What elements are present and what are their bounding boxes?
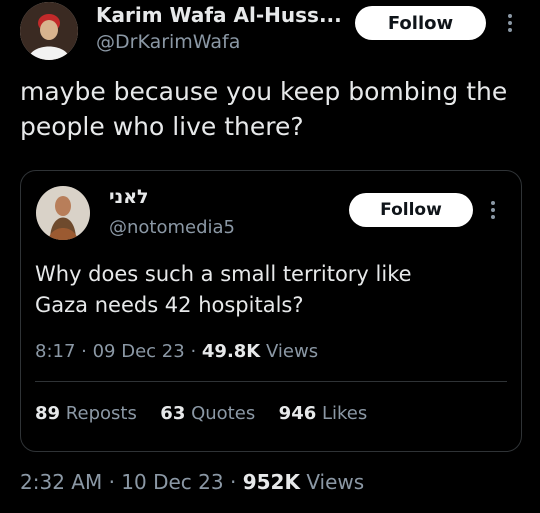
tweet-time[interactable]: 2:32 AM: [20, 470, 102, 494]
author-avatar[interactable]: [20, 2, 78, 60]
quoted-time[interactable]: 8:17: [35, 341, 75, 362]
tweet-meta-line: 2:32 AM · 10 Dec 23 · 952K Views: [20, 470, 364, 494]
likes-stat[interactable]: 946 Likes: [279, 403, 368, 424]
reposts-count: 89: [35, 403, 61, 424]
follow-button[interactable]: Follow: [355, 6, 486, 40]
quoted-meta-line: 8:17 · 09 Dec 23 · 49.8K Views: [35, 341, 318, 362]
quotes-label: Quotes: [191, 403, 256, 424]
quoted-author-avatar[interactable]: [36, 186, 90, 240]
tweet-views-count: 952K: [242, 470, 300, 494]
quotes-count: 63: [160, 403, 186, 424]
tweet-date[interactable]: 10 Dec 23: [121, 470, 223, 494]
more-options-icon[interactable]: [502, 8, 518, 38]
quoted-author-handle[interactable]: @notomedia5: [109, 217, 235, 238]
reposts-label: Reposts: [65, 403, 137, 424]
quoted-stats: 89 Reposts 63 Quotes 946 Likes: [35, 403, 367, 424]
separator-dot: ·: [190, 341, 202, 362]
quoted-views-label: Views: [265, 341, 319, 362]
author-handle[interactable]: @DrKarimWafa: [96, 31, 240, 53]
quoted-more-options-icon[interactable]: [486, 197, 500, 223]
reposts-stat[interactable]: 89 Reposts: [35, 403, 143, 424]
quoted-author-name[interactable]: לאני: [109, 186, 149, 208]
quoted-author-avatar-image: [36, 186, 90, 240]
tweet-views-label: Views: [306, 470, 365, 494]
quoted-divider: [35, 381, 507, 382]
likes-label: Likes: [321, 403, 368, 424]
quoted-date[interactable]: 09 Dec 23: [93, 341, 185, 362]
follow-button-label: Follow: [387, 12, 454, 34]
tweet-text: maybe because you keep bombing the peopl…: [20, 77, 508, 141]
separator-dot: ·: [81, 341, 93, 362]
quotes-stat[interactable]: 63 Quotes: [160, 403, 261, 424]
quoted-tweet-text: Why does such a small territory like Gaz…: [35, 262, 412, 317]
likes-count: 946: [278, 403, 317, 424]
quoted-follow-button[interactable]: Follow: [349, 193, 473, 227]
quoted-views-count: 49.8K: [201, 341, 261, 362]
author-avatar-image: [20, 2, 78, 60]
author-name[interactable]: Karim Wafa Al-Huss...: [96, 3, 342, 27]
separator-dot: ·: [108, 470, 122, 494]
separator-dot: ·: [229, 470, 243, 494]
quoted-tweet-card[interactable]: לאני @notomedia5 Follow Why does such a …: [20, 170, 522, 452]
quoted-follow-button-label: Follow: [380, 200, 442, 220]
